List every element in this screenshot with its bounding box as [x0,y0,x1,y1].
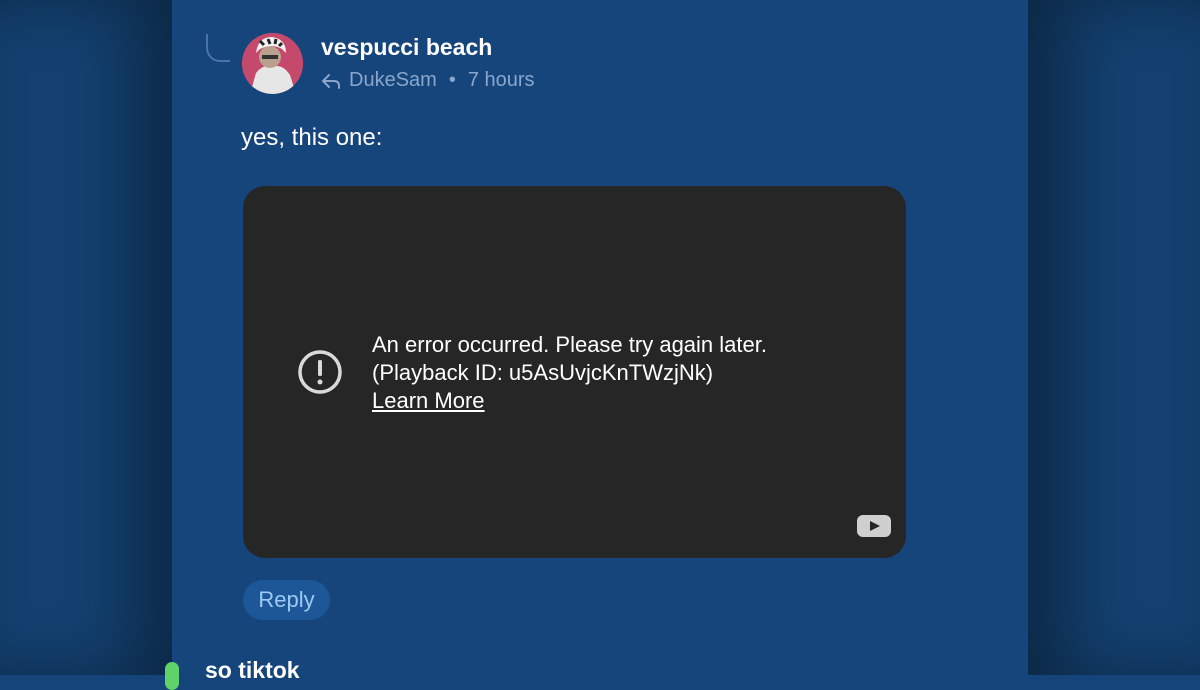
meta-separator: • [448,69,456,91]
right-backdrop [1028,0,1200,675]
error-line-1: An error occurred. Please try again late… [372,332,767,357]
reply-to-user[interactable]: DukeSam [349,69,437,92]
avatar[interactable] [242,33,303,94]
reply-arrow-icon [322,73,340,89]
post-meta: DukeSam • 7 hours [321,69,535,92]
next-post-indicator [165,662,179,690]
video-embed[interactable]: An error occurred. Please try again late… [243,186,906,558]
author-name[interactable]: vespucci beach [321,34,492,61]
avatar-image [242,33,303,94]
error-line-2: (Playback ID: u5AsUvjcKnTWzjNk) [372,360,714,385]
post-body: yes, this one: [241,124,383,151]
post-time: 7 hours [467,69,535,91]
reply-button[interactable]: Reply [243,580,330,620]
learn-more-link[interactable]: Learn More [372,387,767,415]
next-post-preview: so tiktok [205,657,300,683]
youtube-icon[interactable] [857,515,891,537]
error-circle-icon [298,350,342,394]
left-backdrop [0,0,172,675]
thread-connector [206,34,230,62]
error-message: An error occurred. Please try again late… [372,331,767,415]
